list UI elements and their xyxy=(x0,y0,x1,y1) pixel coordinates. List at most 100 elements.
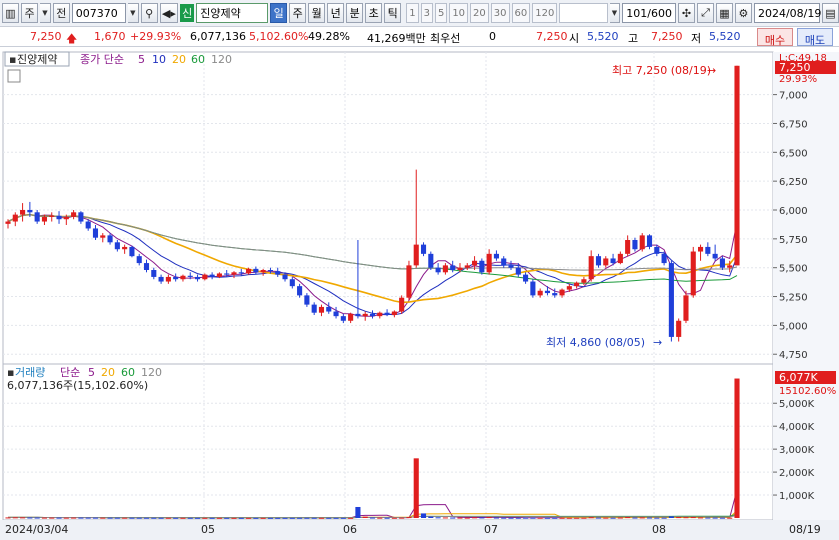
volume-ma-120[interactable]: 120 xyxy=(141,366,162,379)
ma-legend-10[interactable]: 10 xyxy=(152,53,166,66)
period-minute[interactable]: 분 xyxy=(346,3,364,23)
candle-body xyxy=(581,279,587,283)
price-axis-label: 6,500 xyxy=(779,148,808,159)
minute-3-button[interactable]: 3 xyxy=(420,3,433,23)
panel-options-icon[interactable] xyxy=(7,69,21,83)
market-button[interactable]: 전 xyxy=(52,3,70,23)
volume-bar xyxy=(508,517,514,519)
price-axis-label: 5,500 xyxy=(779,264,808,275)
minute-10-button[interactable]: 10 xyxy=(449,3,469,23)
chart-area[interactable]: 7,000 6,750 6,500 6,250 6,000 5,750 5,500 5,250… xyxy=(0,48,839,540)
candle-body xyxy=(574,282,580,287)
period-second[interactable]: 초 xyxy=(365,3,383,23)
candle-body xyxy=(129,246,135,257)
quote-bar: 7,250 🡅 1,670 +29.93% 6,077,136 5,102.60… xyxy=(0,27,839,47)
search-icon[interactable]: ⚲ xyxy=(140,3,158,23)
minute-60-button[interactable]: 60 xyxy=(511,3,531,23)
volume-bar xyxy=(406,517,412,519)
period-year[interactable]: 년 xyxy=(327,3,345,23)
price-panel-frame xyxy=(2,51,774,365)
volume-bar xyxy=(457,517,463,519)
volume-bar xyxy=(420,513,427,518)
volume-ma-5[interactable]: 5 xyxy=(88,366,95,379)
crosshair-icon[interactable]: ✣ xyxy=(677,3,695,23)
date-input[interactable]: 2024/08/19 xyxy=(753,3,821,23)
volume-bar xyxy=(479,517,485,519)
ma-legend-label[interactable]: 종가 단순 xyxy=(80,53,124,66)
interval-dropdown-icon[interactable]: ▼ xyxy=(609,3,621,23)
ma-legend-20[interactable]: 20 xyxy=(172,53,186,66)
price-axis-label: 6,000 xyxy=(779,206,808,217)
volume-ma-60[interactable]: 60 xyxy=(121,366,135,379)
volume-bar xyxy=(56,517,62,519)
period-day[interactable]: 일 xyxy=(270,3,288,23)
volume-bar xyxy=(129,517,135,519)
type-dropdown-icon[interactable]: ▼ xyxy=(40,3,51,23)
chart-menu-icon[interactable]: ▥ xyxy=(2,3,19,23)
calendar-icon[interactable]: ▤ xyxy=(821,3,839,23)
candle-body xyxy=(180,275,186,280)
candle-body xyxy=(719,258,725,268)
code-dropdown-icon[interactable]: ▼ xyxy=(127,3,139,23)
volume-tag: 6,077K xyxy=(779,371,818,384)
gear-icon[interactable]: ⚙ xyxy=(734,3,752,23)
candle-body xyxy=(435,267,441,273)
x-label-may: 05 xyxy=(201,523,215,536)
period-week[interactable]: 주 xyxy=(289,3,307,23)
minute-120-button[interactable]: 120 xyxy=(532,3,558,23)
volume-bar xyxy=(581,517,587,519)
ma-legend-5[interactable]: 5 xyxy=(138,53,145,66)
type-select[interactable]: 주 xyxy=(21,3,38,23)
minute-30-button[interactable]: 30 xyxy=(490,3,510,23)
period-month[interactable]: 월 xyxy=(308,3,326,23)
ma-legend-60[interactable]: 60 xyxy=(191,53,205,66)
minute-label: 30 xyxy=(493,7,507,19)
period-tick[interactable]: 틱 xyxy=(384,3,402,23)
volume-bar xyxy=(413,458,419,518)
grid-icon[interactable]: ▦ xyxy=(715,3,733,23)
count-input[interactable]: 101/600 xyxy=(622,3,676,23)
minute-1-button[interactable]: 1 xyxy=(406,3,419,23)
volume-bar xyxy=(391,517,397,519)
draw-tool-icon[interactable]: ⤢ xyxy=(696,3,714,23)
candle-body xyxy=(479,260,485,273)
volume-ma-label[interactable]: 단순 xyxy=(60,366,80,379)
candle-body xyxy=(253,268,259,273)
x-label-start: 2024/03/04 xyxy=(5,523,68,536)
sell-button[interactable]: 매도 xyxy=(797,28,833,47)
sell-label: 매도 xyxy=(804,34,826,47)
candle-body xyxy=(515,267,521,275)
buy-button[interactable]: 매수 xyxy=(757,28,793,47)
stock-code-input[interactable]: 007370 xyxy=(71,3,126,23)
x-label-july: 07 xyxy=(484,523,498,536)
candle-body xyxy=(282,274,288,280)
volume-bar xyxy=(362,516,368,518)
price-axis-label: 5,000 xyxy=(779,321,808,332)
period-label: 분 xyxy=(349,7,360,20)
volume-ma-20[interactable]: 20 xyxy=(101,366,115,379)
candle-body xyxy=(588,256,594,280)
minute-label: 60 xyxy=(514,7,528,19)
candle-body xyxy=(559,289,565,296)
interval-input[interactable] xyxy=(559,3,608,23)
period-label: 주 xyxy=(292,7,303,20)
volume-bar xyxy=(20,517,26,519)
volume-bar xyxy=(5,517,11,519)
volume-bar xyxy=(574,517,580,519)
volume-bar xyxy=(63,517,69,519)
volume-bar xyxy=(311,517,317,519)
credit-badge: 신 xyxy=(180,4,195,22)
ma-legend-120[interactable]: 120 xyxy=(211,53,232,66)
stock-name-field[interactable]: 진양제약 xyxy=(196,3,269,23)
candle-body xyxy=(71,212,77,217)
speaker-icon[interactable]: ◀▸ xyxy=(159,3,179,23)
chart-svg[interactable]: 7,000 6,750 6,500 6,250 6,000 5,750 5,500 5,250… xyxy=(0,48,839,540)
candle-body xyxy=(523,274,529,282)
minute-5-button[interactable]: 5 xyxy=(434,3,448,23)
minute-20-button[interactable]: 20 xyxy=(470,3,489,23)
volume-bar xyxy=(246,517,252,519)
volume-bar xyxy=(165,517,171,519)
candle-body xyxy=(224,273,230,275)
up-arrow-icon: 🡅 xyxy=(66,32,78,45)
minute-label: 10 xyxy=(452,7,466,19)
